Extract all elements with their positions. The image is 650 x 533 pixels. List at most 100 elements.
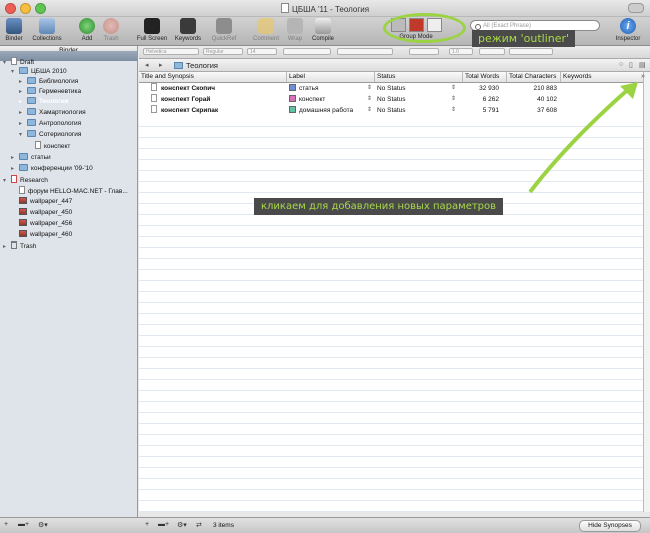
- row-title[interactable]: конспект Горай: [151, 94, 210, 105]
- column-title-synopsis[interactable]: Title and Synopsis: [139, 72, 287, 82]
- binder-item-anthropology[interactable]: ▸ Антропология: [19, 119, 81, 129]
- binder-item-konspekt[interactable]: конспект: [35, 141, 70, 151]
- folder-icon: [19, 164, 28, 171]
- toolbar-toggle-button[interactable]: [628, 3, 644, 13]
- compile-button[interactable]: Compile: [309, 18, 337, 42]
- binder-item-bibliology[interactable]: ▸ Библиология: [19, 77, 78, 87]
- collections-icon: [39, 18, 55, 34]
- hide-synopses-button[interactable]: Hide Synopses: [579, 520, 641, 532]
- binder-item-hermeneutics[interactable]: ▸ Герменевтика: [19, 87, 81, 97]
- row-title[interactable]: конспект Скопич: [151, 83, 215, 94]
- row-status[interactable]: No Status: [377, 105, 406, 116]
- text-style-buttons[interactable]: [283, 48, 331, 55]
- window-title: ЦБША '11 - Теология: [0, 3, 650, 14]
- disclosure-closed-icon[interactable]: ▸: [19, 119, 27, 129]
- line-spacing-select[interactable]: 1.0: [449, 48, 473, 55]
- binder-item-cbsha-2010[interactable]: ▾ ЦБША 2010: [11, 67, 67, 77]
- swap-icon[interactable]: ⇄: [196, 521, 202, 529]
- outliner-add-folder-button[interactable]: ▬+: [158, 521, 169, 528]
- label-dropdown-arrow[interactable]: ⇕: [367, 105, 372, 116]
- comment-button[interactable]: Comment: [250, 18, 282, 42]
- disclosure-closed-icon[interactable]: ▸: [11, 164, 19, 174]
- outliner-settings-button[interactable]: ⚙▾: [177, 521, 187, 529]
- inspector-button[interactable]: i Inspector: [611, 18, 645, 42]
- disclosure-open-icon[interactable]: ▾: [11, 67, 19, 77]
- add-button[interactable]: Add: [77, 18, 97, 42]
- trash-button[interactable]: Trash: [100, 18, 122, 42]
- info-icon: i: [620, 18, 636, 34]
- binder-item-research[interactable]: ▾ Research: [3, 175, 48, 185]
- alignment-buttons[interactable]: [337, 48, 393, 55]
- label-color-swatch: [289, 95, 296, 102]
- folder-icon: [27, 77, 36, 84]
- folder-icon: [27, 108, 36, 115]
- binder-item-trash[interactable]: ▸ Trash: [3, 241, 36, 251]
- binder-item-wallpaper-460[interactable]: wallpaper_460: [19, 230, 72, 240]
- disclosure-open-icon[interactable]: ▾: [3, 176, 11, 186]
- disclosure-closed-icon[interactable]: ▸: [19, 87, 27, 97]
- keywords-button[interactable]: Keywords: [172, 18, 204, 42]
- column-label[interactable]: Label: [287, 72, 375, 82]
- row-status[interactable]: No Status: [377, 83, 406, 94]
- item-count: 3 items: [213, 522, 234, 529]
- binder-item-wallpaper-447[interactable]: wallpaper_447: [19, 197, 72, 207]
- quickref-button[interactable]: QuickRef: [208, 18, 240, 42]
- font-style-select[interactable]: Regular: [203, 48, 243, 55]
- column-status[interactable]: Status: [375, 72, 463, 82]
- status-dropdown-arrow[interactable]: ⇕: [451, 105, 456, 116]
- binder-item-articles[interactable]: ▸ статьи: [11, 153, 51, 163]
- image-icon: [19, 219, 27, 226]
- binder-add-folder-button[interactable]: ▬+: [18, 521, 29, 528]
- column-options-button[interactable]: »: [641, 73, 645, 80]
- binder-item-wallpaper-456[interactable]: wallpaper_456: [19, 219, 72, 229]
- disclosure-open-icon[interactable]: ▾: [19, 130, 27, 140]
- breadcrumb[interactable]: Теология: [174, 61, 218, 70]
- binder-item-theology[interactable]: ▸ Теология: [19, 97, 69, 107]
- row-status[interactable]: No Status: [377, 94, 406, 105]
- font-size-select[interactable]: 14: [247, 48, 277, 55]
- full-screen-icon: [144, 18, 160, 34]
- collections-button[interactable]: Collections: [30, 18, 64, 42]
- row-label[interactable]: конспект: [289, 94, 325, 105]
- split-view-icon[interactable]: ▤: [639, 61, 646, 69]
- disclosure-open-icon[interactable]: ▾: [3, 58, 11, 68]
- label-dropdown-arrow[interactable]: ⇕: [367, 94, 372, 105]
- forward-button[interactable]: ▸: [159, 61, 163, 69]
- back-button[interactable]: ◂: [145, 61, 149, 69]
- wrap-button[interactable]: Wrap: [284, 18, 306, 42]
- trash-icon: [11, 241, 17, 249]
- table-button[interactable]: [509, 48, 553, 55]
- binder-item-hamartiology[interactable]: ▸ Хамартиология: [19, 108, 86, 118]
- label-dropdown-arrow[interactable]: ⇕: [367, 83, 372, 94]
- disclosure-closed-icon[interactable]: ▸: [19, 108, 27, 118]
- disclosure-closed-icon[interactable]: ▸: [3, 242, 11, 252]
- row-total-words: 6 262: [482, 96, 499, 103]
- annotation-add-parameters: кликаем для добавления новых параметров: [254, 198, 504, 215]
- folder-icon: [174, 62, 183, 69]
- binder-item-draft[interactable]: ▾ Draft: [3, 57, 34, 67]
- disclosure-closed-icon[interactable]: ▸: [19, 77, 27, 87]
- binder-add-button[interactable]: +: [4, 521, 8, 528]
- row-label[interactable]: домашняя работа: [289, 105, 353, 116]
- binder-item-forum-link[interactable]: форум HELLO-MAC.NET - Глав...: [19, 186, 128, 196]
- disclosure-closed-icon[interactable]: ▸: [19, 97, 27, 107]
- folder-icon: [27, 119, 36, 126]
- list-button[interactable]: [479, 48, 505, 55]
- binder-item-wallpaper-450[interactable]: wallpaper_450: [19, 208, 72, 218]
- outliner-add-button[interactable]: +: [145, 521, 149, 528]
- status-dropdown-arrow[interactable]: ⇕: [451, 83, 456, 94]
- font-family-select[interactable]: Helvetica: [143, 48, 199, 55]
- binder-item-soteriology[interactable]: ▾ Сотериология: [19, 130, 81, 140]
- row-title[interactable]: конспект Скрипак: [151, 105, 218, 116]
- binder-item-conferences[interactable]: ▸ конференции '09-'10: [11, 164, 93, 174]
- full-screen-button[interactable]: Full Screen: [134, 18, 170, 42]
- status-dropdown-arrow[interactable]: ⇕: [451, 94, 456, 105]
- lock-icon[interactable]: ○: [619, 61, 623, 68]
- binder-button[interactable]: Binder: [3, 18, 25, 42]
- split-editor-icon[interactable]: ▯: [629, 61, 633, 69]
- color-buttons[interactable]: [409, 48, 439, 55]
- page-icon: [19, 186, 25, 194]
- row-label[interactable]: статья: [289, 83, 319, 94]
- disclosure-closed-icon[interactable]: ▸: [11, 153, 19, 163]
- binder-settings-button[interactable]: ⚙▾: [38, 521, 48, 529]
